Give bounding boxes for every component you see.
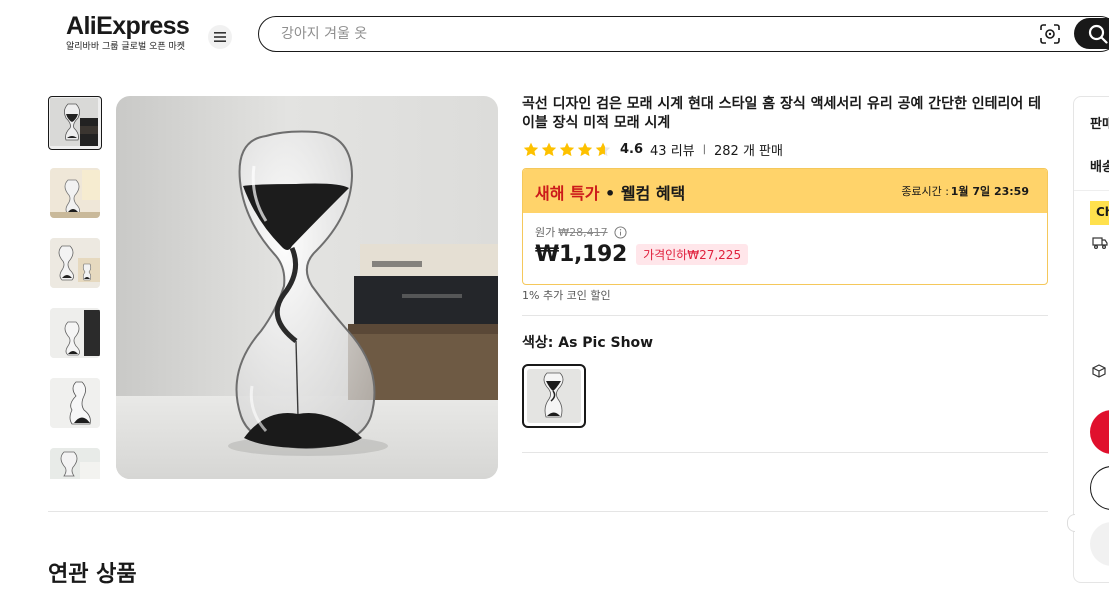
thumbnail-list xyxy=(48,96,104,479)
hourglass-thumbnail-image xyxy=(50,378,100,428)
half-star-icon xyxy=(595,142,611,156)
hourglass-thumbnail-image xyxy=(50,448,100,479)
choice-badge: Ch xyxy=(1090,201,1109,225)
section-divider xyxy=(48,511,1048,512)
original-price-row: 원가 ₩28,417 xyxy=(535,224,627,240)
package-icon xyxy=(1092,364,1106,378)
main-product-image[interactable] xyxy=(116,96,498,479)
hourglass-thumbnail-image xyxy=(50,98,98,146)
promo-subtitle: • 웰컴 혜택 xyxy=(599,184,686,203)
buy-now-button[interactable] xyxy=(1090,410,1109,454)
coin-discount-note: 1% 추가 코인 할인 xyxy=(522,289,611,302)
promo-end-time: 1월 7일 23:59 xyxy=(950,185,1029,198)
thumbnail-4[interactable] xyxy=(50,308,100,358)
shipping-label: 배송 xyxy=(1090,160,1109,175)
product-page: AliExpress 알리바바 그룹 글로벌 오픈 마켓 강아지 겨울 옷 곡선… xyxy=(0,0,1109,599)
logo-text: AliExpress xyxy=(66,12,190,40)
camera-scan-icon xyxy=(1040,24,1060,44)
product-title: 곡선 디자인 검은 모래 시계 현대 스타일 홈 장식 액세서리 유리 공예 간… xyxy=(522,96,1042,131)
hourglass-thumbnail-image xyxy=(50,308,100,358)
purchase-side-panel: 판매 배송 Ch xyxy=(1073,96,1109,583)
wishlist-button[interactable] xyxy=(1090,522,1109,566)
aliexpress-logo[interactable]: AliExpress 알리바바 그룹 글로벌 오픈 마켓 xyxy=(66,12,190,53)
promo-end-label: 종료시간 : xyxy=(901,185,949,198)
star-icon xyxy=(523,142,539,156)
hourglass-thumbnail-image xyxy=(50,238,100,288)
promo-banner: 새해 특가 • 웰컴 혜택 종료시간 : 1월 7일 23:59 xyxy=(523,169,1047,213)
rating-value: 4.6 xyxy=(620,141,644,157)
promo-name: 새해 특가 • 웰컴 혜택 xyxy=(535,180,685,204)
swatch-image xyxy=(527,369,581,423)
review-count-link[interactable]: 43 리뷰 xyxy=(650,140,695,159)
info-icon[interactable] xyxy=(614,225,627,239)
logo-tagline: 알리바바 그룹 글로벌 오픈 마켓 xyxy=(66,42,186,52)
original-price: ₩28,417 xyxy=(558,225,608,239)
divider xyxy=(522,315,1048,316)
related-products-heading: 연관 상품 xyxy=(48,562,137,587)
divider xyxy=(522,452,1048,453)
current-price: ₩1,192 xyxy=(535,242,628,267)
star-icon xyxy=(577,142,593,156)
price-row: ₩1,192 가격인하₩27,225 xyxy=(535,242,749,267)
seller-label: 판매 xyxy=(1090,117,1109,132)
thumbnail-2[interactable] xyxy=(50,168,100,218)
search-icon xyxy=(1088,24,1108,44)
promo-highlight: 새해 특가 xyxy=(535,184,600,203)
search-button[interactable] xyxy=(1074,18,1109,49)
rating-stars xyxy=(523,142,611,157)
rating-row: 4.6 43 리뷰 | 282 개 판매 xyxy=(523,140,783,159)
color-variant-label: 색상: As Pic Show xyxy=(522,335,654,351)
separator: | xyxy=(702,143,707,155)
color-swatch-as-pic-show[interactable] xyxy=(522,364,586,428)
image-search-button[interactable] xyxy=(1039,23,1061,45)
truck-icon xyxy=(1092,237,1108,249)
divider xyxy=(1074,190,1109,191)
star-icon xyxy=(559,142,575,156)
star-icon xyxy=(541,142,557,156)
promo-price-box: 새해 특가 • 웰컴 혜택 종료시간 : 1월 7일 23:59 원가 ₩28,… xyxy=(522,168,1048,285)
hamburger-icon xyxy=(214,32,226,42)
scroll-handle[interactable] xyxy=(1067,514,1075,532)
original-price-label: 원가 xyxy=(535,226,556,239)
thumbnail-5[interactable] xyxy=(50,378,100,428)
thumbnail-1[interactable] xyxy=(48,96,102,150)
thumbnail-3[interactable] xyxy=(50,238,100,288)
add-to-cart-button[interactable] xyxy=(1090,466,1109,510)
hourglass-product-photo xyxy=(116,96,498,479)
sold-count: 282 개 판매 xyxy=(714,143,783,159)
hourglass-thumbnail-image xyxy=(50,168,100,218)
search-bar xyxy=(258,16,1109,52)
hourglass-swatch-image xyxy=(527,369,581,423)
category-menu-button[interactable] xyxy=(208,25,232,49)
search-input[interactable] xyxy=(281,17,1021,50)
thumbnail-6[interactable] xyxy=(50,448,100,479)
discount-badge: 가격인하₩27,225 xyxy=(636,244,749,265)
